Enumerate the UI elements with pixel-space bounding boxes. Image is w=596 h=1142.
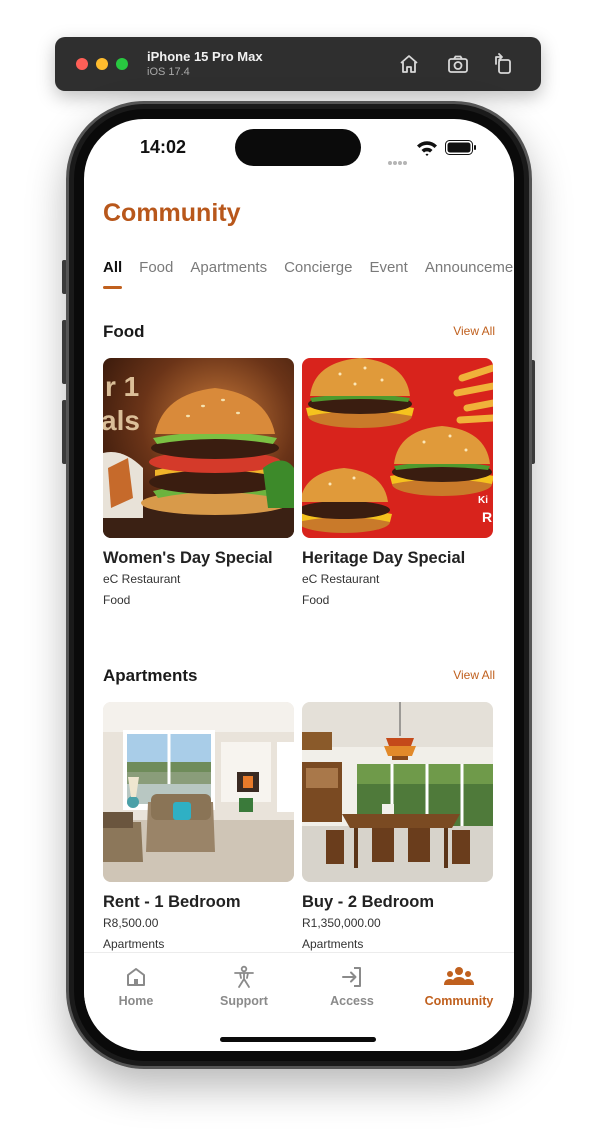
minimize-window-button[interactable]	[96, 58, 108, 70]
dynamic-island	[235, 129, 361, 166]
community-icon	[409, 965, 509, 989]
living-room-photo	[103, 702, 294, 882]
tabbar-support[interactable]: Support	[194, 965, 294, 1008]
card-price: R1,350,000.00	[302, 916, 381, 930]
card-category: Apartments	[302, 937, 364, 951]
card-category: Food	[302, 593, 330, 607]
tab-all[interactable]: All	[103, 259, 123, 289]
card-subtitle: eC Restaurant	[302, 572, 380, 586]
card-category: Apartments	[103, 937, 165, 951]
card-price: R8,500.00	[103, 916, 159, 930]
tabbar-home[interactable]: Home	[86, 965, 186, 1008]
phone-screen: 14:02 Community All Food Apartments Concier…	[84, 119, 514, 1051]
tabbar-community[interactable]: Community	[409, 965, 509, 1008]
close-window-button[interactable]	[76, 58, 88, 70]
tab-concierge[interactable]: Concierge	[284, 259, 352, 289]
burgers-photo: Ki R	[302, 358, 493, 538]
tab-announcements[interactable]: Announceme	[425, 259, 513, 289]
svg-text:r 1: r 1	[105, 371, 139, 402]
card-title: Rent - 1 Bedroom	[103, 893, 241, 911]
status-time: 14:02	[140, 137, 187, 157]
tabbar-label: Access	[330, 994, 374, 1008]
apartment-card-buy[interactable]: Buy - 2 Bedroom R1,350,000.00 Apartments	[302, 702, 493, 951]
rotate-icon[interactable]	[490, 51, 516, 77]
tabbar-label: Community	[424, 994, 494, 1008]
food-section-title: Food	[103, 322, 145, 341]
tab-food[interactable]: Food	[139, 259, 173, 289]
food-card-womens-day[interactable]: r 1 als Women's Day Special eC Restauran…	[103, 358, 294, 607]
tabbar-label: Home	[118, 994, 154, 1008]
category-tabs: All Food Apartments Concierge Event Announcem…	[103, 259, 514, 289]
simulator-os-version: iOS 17.4	[147, 66, 190, 78]
wifi-icon	[416, 139, 438, 157]
home-indicator[interactable]	[220, 1037, 376, 1042]
card-subtitle: eC Restaurant	[103, 572, 181, 586]
battery-icon	[445, 140, 477, 155]
page-title: Community	[103, 199, 241, 227]
tabbar-label: Support	[220, 994, 268, 1008]
burger-photo: r 1 als	[103, 358, 294, 538]
card-title: Buy - 2 Bedroom	[302, 893, 435, 911]
apartments-section-header: Apartments View All	[103, 666, 495, 690]
food-section-header: Food View All	[103, 322, 495, 346]
svg-text:Ki: Ki	[478, 495, 488, 506]
home-icon[interactable]	[396, 51, 422, 77]
food-card-heritage-day[interactable]: Ki R Heritage Day Special eC Restaurant …	[302, 358, 493, 607]
dining-room-photo	[302, 702, 493, 882]
access-icon	[302, 965, 402, 989]
simulator-title-bar: iPhone 15 Pro Max iOS 17.4	[55, 37, 541, 91]
svg-text:als: als	[103, 405, 140, 436]
card-title: Heritage Day Special	[302, 549, 466, 567]
apartment-card-rent[interactable]: Rent - 1 Bedroom R8,500.00 Apartments	[103, 702, 294, 951]
simulator-device-name: iPhone 15 Pro Max	[147, 49, 263, 64]
apartments-view-all-link[interactable]: View All	[453, 668, 495, 682]
card-category: Food	[103, 593, 131, 607]
svg-text:R: R	[482, 509, 492, 525]
support-icon	[194, 965, 294, 989]
apartments-section-title: Apartments	[103, 666, 198, 685]
tabbar-access[interactable]: Access	[302, 965, 402, 1008]
zoom-window-button[interactable]	[116, 58, 128, 70]
tab-apartments[interactable]: Apartments	[190, 259, 267, 289]
food-view-all-link[interactable]: View All	[453, 324, 495, 338]
bottom-tab-bar: Home Support Access Community	[84, 952, 514, 1051]
card-title: Women's Day Special	[103, 549, 273, 567]
screenshot-icon[interactable]	[445, 51, 471, 77]
tab-event[interactable]: Event	[369, 259, 407, 289]
home-icon	[86, 965, 186, 989]
cellular-signal-icon	[388, 152, 408, 170]
